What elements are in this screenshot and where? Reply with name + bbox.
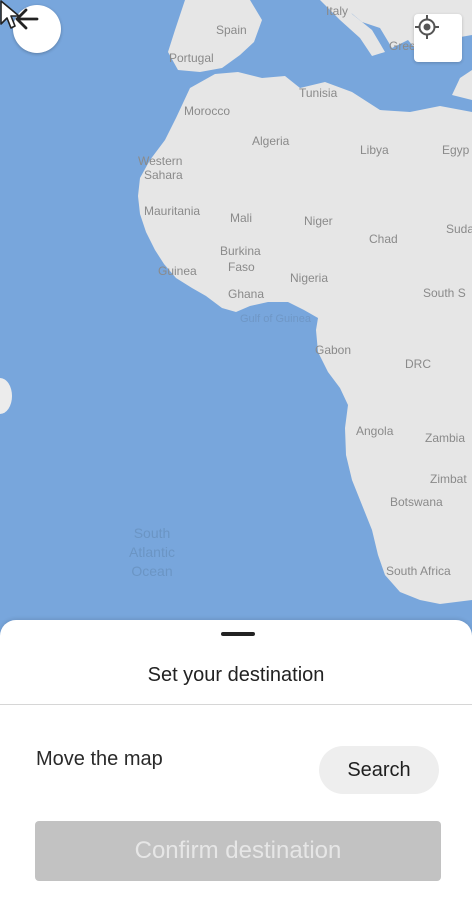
map-label-ocean: South Atlantic Ocean xyxy=(118,524,186,581)
map-label-ocean-line-1: South xyxy=(133,525,171,541)
map-label-algeria: Algeria xyxy=(252,134,290,148)
map-label-niger: Niger xyxy=(304,214,333,228)
map-label-western-sahara: Western xyxy=(138,154,183,168)
map-label-greece: Gree xyxy=(389,39,416,53)
map-canvas xyxy=(0,0,472,640)
map-label-sudan: Suda xyxy=(446,222,472,236)
map-label-gulf-of-guinea: Gulf of Guinea xyxy=(240,313,311,325)
map-label-mali: Mali xyxy=(230,211,253,225)
map-label-spain: Spain xyxy=(216,23,247,37)
map-label-zimbabwe: Zimbat xyxy=(430,472,467,486)
map-label-tunisia: Tunisia xyxy=(299,86,338,100)
my-location-button[interactable] xyxy=(414,14,462,62)
map-label-angola: Angola xyxy=(356,424,394,438)
map-label-botswana: Botswana xyxy=(390,495,443,509)
map-label-guinea: Guinea xyxy=(158,264,197,278)
map-label-gabon: Gabon xyxy=(315,343,352,357)
map-label-burkina-faso: Burkina xyxy=(220,244,261,258)
search-button[interactable]: Search xyxy=(319,746,439,794)
map-label-south-africa: South Africa xyxy=(386,564,451,578)
map-label-ocean-line-3: Ocean xyxy=(131,563,173,579)
my-location-icon xyxy=(415,15,439,39)
map-label-ocean-line-2: Atlantic xyxy=(129,544,175,560)
map-label-egypt: Egyp xyxy=(442,143,470,157)
map-label-western-sahara-2: Sahara xyxy=(144,168,183,182)
map-label-nigeria: Nigeria xyxy=(290,271,329,285)
move-map-hint: Move the map xyxy=(36,748,163,770)
map-view[interactable]: Spain Italy Portugal Gree Tunisia Morocc… xyxy=(0,0,472,640)
divider xyxy=(0,704,472,705)
map-label-mauritania: Mauritania xyxy=(144,204,201,218)
map-label-ghana: Ghana xyxy=(228,287,265,301)
map-label-south-sudan: South S xyxy=(423,286,466,300)
map-label-zambia: Zambia xyxy=(425,431,466,445)
map-label-portugal: Portugal xyxy=(169,51,214,65)
map-label-drc: DRC xyxy=(405,357,431,371)
destination-sheet: Set your destination Move the map Search… xyxy=(0,620,472,900)
map-label-libya: Libya xyxy=(360,143,389,157)
map-label-morocco: Morocco xyxy=(184,104,231,118)
drag-handle[interactable] xyxy=(221,632,255,636)
map-label-burkina-faso-2: Faso xyxy=(228,260,255,274)
sheet-title: Set your destination xyxy=(147,664,325,686)
map-label-chad: Chad xyxy=(369,232,398,246)
mouse-pointer-icon xyxy=(0,0,20,29)
map-label-italy: Italy xyxy=(326,4,349,18)
confirm-destination-button[interactable]: Confirm destination xyxy=(35,821,441,881)
